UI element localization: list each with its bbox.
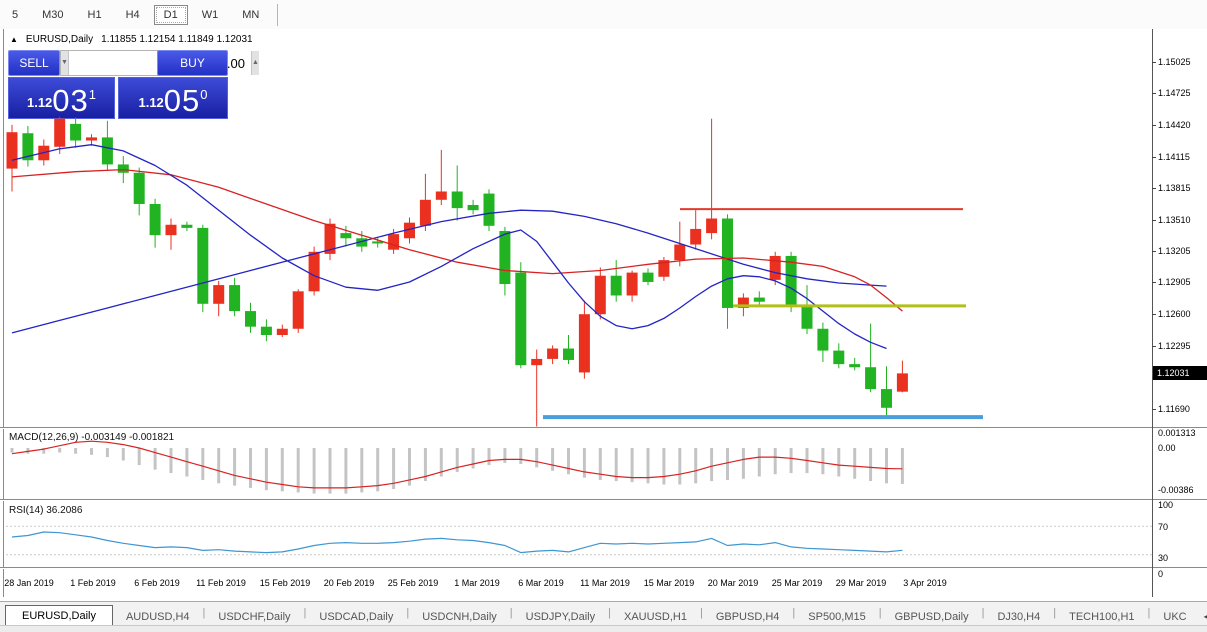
tab-scroll-left-icon[interactable]: ◂ [1200,607,1207,626]
timeframe-button-h1[interactable]: H1 [78,5,112,25]
price-tick-label: 1.12600 [1158,309,1191,320]
date-tick-label: 15 Feb 2019 [259,578,311,588]
panel-divider-highlight [0,500,1207,501]
chart-tab-usdchf-daily[interactable]: USDCHF,Daily [205,607,303,626]
date-tick-label: 28 Jan 2019 [4,578,54,588]
timeframe-buttons: 5 M30 H1 H4 D1 W1 MN [0,4,271,25]
price-axis-border [1152,29,1153,597]
price-tick-mark [1152,187,1156,189]
price-tick-mark [1152,62,1156,63]
timeframe-button-5[interactable]: 5 [2,5,28,25]
price-tick-label: 1.14420 [1158,119,1191,130]
rsi-header: RSI(14) 36.2086 [9,505,83,516]
trading-platform-window: 5 M30 H1 H4 D1 W1 MN ▲ EURUSD,Daily 1.11855 1.… [0,0,1207,632]
price-tick-label: 1.14115 [1158,151,1190,162]
price-tick-mark [1152,345,1156,347]
chart-tab-tech100-h1[interactable]: TECH100,H1 [1056,607,1147,626]
price-tick-mark [1152,124,1156,126]
indicator-tick-label: 30 [1158,553,1169,563]
date-tick-label: 1 Mar 2019 [454,578,500,588]
chart-tab-xauusd-h1[interactable]: XAUUSD,H1 [611,607,700,626]
price-tick-mark [1152,282,1156,284]
date-tick-label: 11 Mar 2019 [580,578,630,588]
timeframe-button-m30[interactable]: M30 [32,5,73,25]
date-tick-label: 25 Mar 2019 [771,578,823,588]
macd-header: MACD(12,26,9) -0.003149 -0.001821 [9,432,175,443]
date-tick-label: 3 Apr 2019 [903,578,947,588]
date-tick-label: 20 Mar 2019 [707,578,759,588]
price-tick-label: 1.12905 [1158,277,1191,288]
price-tick-mark [1152,93,1156,95]
chart-tab-sp500-m15[interactable]: SP500,M15 [795,607,878,626]
price-tick-mark [1152,156,1156,158]
chart-canvas[interactable] [0,29,1207,630]
panel-divider-highlight [0,428,1207,429]
price-tick-mark [1152,251,1156,253]
timeframe-button-mn[interactable]: MN [232,5,269,25]
price-tick-label: 1.15025 [1158,57,1191,67]
price-tick-label: 1.13815 [1158,182,1191,193]
date-tick-label: 29 Mar 2019 [835,578,887,588]
indicator-tick-label: -0.00386 [1158,485,1194,495]
price-tick-mark [1152,314,1156,316]
price-tick-label: 1.13205 [1158,246,1191,257]
indicator-tick-label: 0 [1158,569,1164,579]
indicator-tick-label: 100 [1158,500,1174,510]
chart-tab-eurusd-daily[interactable]: EURUSD,Daily [5,605,113,626]
date-tick-label: 1 Feb 2019 [70,578,116,588]
date-tick-label: 6 Mar 2019 [518,578,564,588]
chart-tab-gbpusd-daily[interactable]: GBPUSD,Daily [882,607,982,626]
chart-tab-usdjpy-daily[interactable]: USDJPY,Daily [513,607,609,626]
timeframe-button-d1[interactable]: D1 [153,4,188,25]
date-tick-label: 6 Feb 2019 [134,578,180,588]
status-strip [0,625,1207,632]
date-tick-label: 15 Mar 2019 [643,578,695,588]
toolbar-separator [277,3,279,26]
chart-window: ▲ EURUSD,Daily 1.11855 1.12154 1.11849 1… [0,29,1207,601]
price-tick-label: 1.14725 [1158,88,1191,99]
indicator-tick-label: 0.00 [1158,443,1176,453]
chart-tab-bar: EURUSD,Daily AUDUSD,H4 | USDCHF,Daily | USDCA… [0,601,1207,626]
date-tick-label: 20 Feb 2019 [323,578,375,588]
timeframe-button-h4[interactable]: H4 [116,5,150,25]
panel-divider-highlight [0,568,1207,569]
chart-tab-ukc[interactable]: UKC [1150,607,1199,626]
date-tick-label: 25 Feb 2019 [387,578,439,588]
chart-tab-audusd-h4[interactable]: AUDUSD,H4 [113,607,203,626]
price-tick-label: 1.11690 [1158,403,1190,414]
timeframe-button-w1[interactable]: W1 [192,5,229,25]
price-tick-label: 1.13510 [1158,214,1191,225]
date-tick-label: 11 Feb 2019 [196,578,246,588]
price-tick-mark [1152,219,1156,221]
indicator-tick-label: 0.001313 [1158,428,1196,438]
chart-tab-usdcnh-daily[interactable]: USDCNH,Daily [409,607,510,626]
indicator-tick-label: 70 [1158,522,1169,532]
price-tick-label: 1.12295 [1158,340,1191,351]
chart-tab-dj30-h4[interactable]: DJ30,H4 [984,607,1053,626]
current-price-badge: 1.12031 [1153,366,1207,381]
chart-tab-gbpusd-h4[interactable]: GBPUSD,H4 [703,607,793,626]
timeframe-toolbar: 5 M30 H1 H4 D1 W1 MN [0,0,1207,30]
chart-tab-usdcad-daily[interactable]: USDCAD,Daily [306,607,406,626]
price-tick-mark [1152,408,1156,410]
